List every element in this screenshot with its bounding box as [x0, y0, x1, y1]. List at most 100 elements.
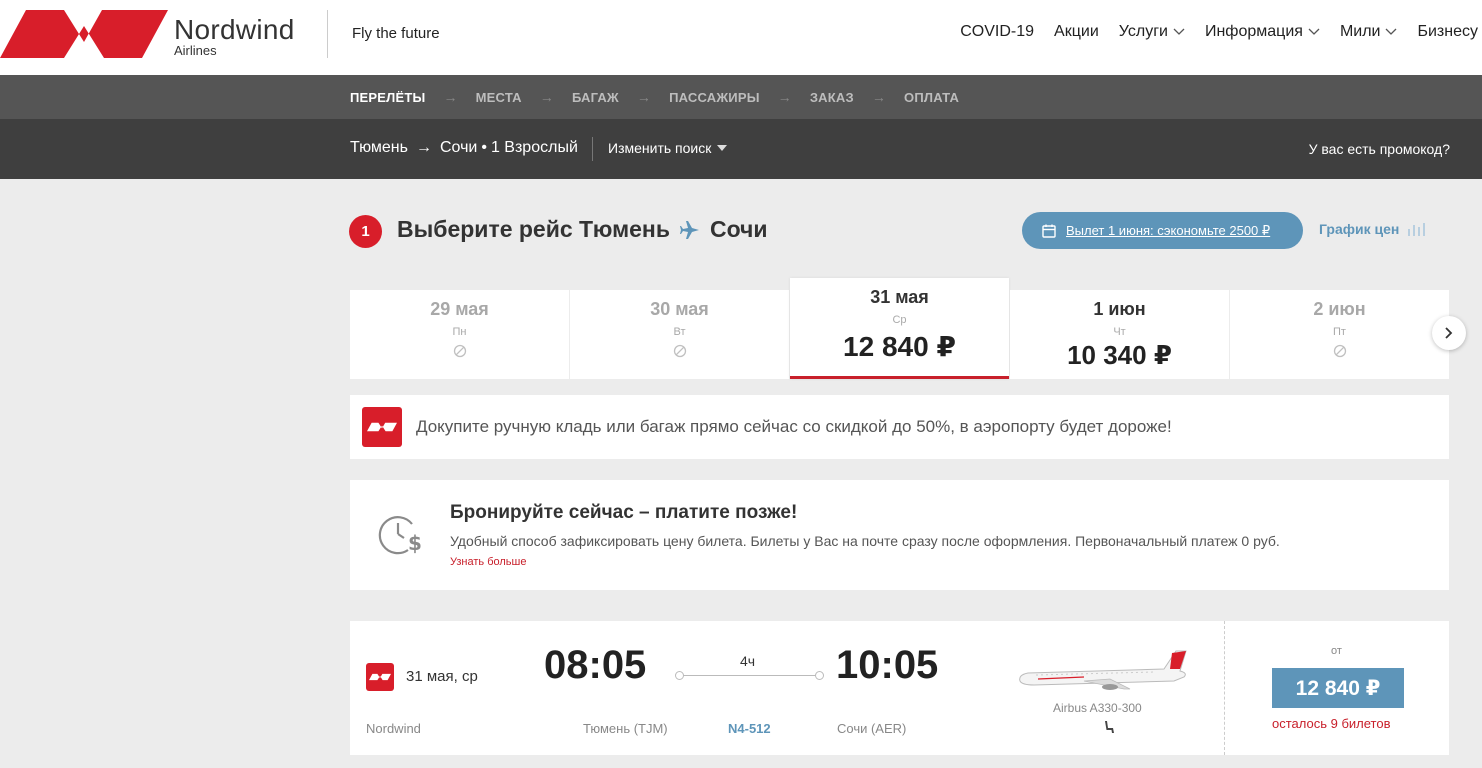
price-graph-label: График цен: [1319, 221, 1400, 237]
search-divider: [592, 137, 593, 161]
date-price: 12 840 ₽: [843, 331, 956, 362]
date-label: 30 мая: [650, 299, 709, 319]
flight-date: 31 мая, ср: [406, 668, 478, 685]
deal-label: Вылет 1 июня: сэкономьте 2500 ₽: [1066, 222, 1271, 238]
brand-subtitle: Airlines: [174, 43, 217, 58]
nav-item-label: Бизнесу: [1417, 23, 1478, 40]
arrow-right-icon: →: [871, 89, 887, 105]
date-tab[interactable]: 2 июн Пт: [1230, 290, 1449, 379]
weekday-label: Пн: [452, 326, 467, 338]
weekday-label: Пт: [1333, 326, 1346, 338]
airline-logo-icon: [366, 663, 394, 691]
next-dates-button[interactable]: [1432, 316, 1466, 350]
chevron-down-icon: [1386, 28, 1397, 35]
route-summary: Тюмень → Сочи • 1 Взрослый: [350, 139, 578, 157]
book-now-pay-later-card: $ Бронируйте сейчас – платите позже! Удо…: [350, 480, 1449, 590]
bar-chart-icon: [1408, 223, 1426, 236]
date-label: 29 мая: [430, 299, 489, 319]
clock-dollar-icon: $: [378, 516, 422, 555]
bullet-icon: •: [481, 139, 487, 156]
page-title: Выберите рейс Тюмень Сочи: [397, 216, 768, 243]
date-selector: 29 мая Пн 30 мая Вт 31 мая Ср 12 840 ₽ 1…: [350, 278, 1449, 379]
brand-name[interactable]: Nordwind: [174, 14, 295, 46]
arrow-right-icon: →: [539, 89, 554, 105]
arrow-right-icon: →: [443, 89, 458, 105]
arrival-airport: Сочи (AER): [837, 721, 907, 736]
cheaper-date-deal-button[interactable]: Вылет 1 июня: сэкономьте 2500 ₽: [1022, 212, 1303, 249]
date-label: 2 июн: [1313, 299, 1366, 319]
select-fare-button[interactable]: 12 840 ₽: [1272, 668, 1404, 708]
booking-steps-bar: ПЕРЕЛЁТЫ → МЕСТА → БАГАЖ → ПАССАЖИРЫ → З…: [0, 75, 1482, 119]
nav-item-miles[interactable]: Мили: [1340, 23, 1398, 41]
promo-code-link[interactable]: У вас есть промокод?: [1309, 141, 1450, 157]
learn-more-link[interactable]: Узнать больше: [450, 556, 526, 568]
arrow-right-icon: →: [636, 89, 652, 105]
step-seats: МЕСТА: [475, 89, 522, 105]
top-navigation: COVID-19 Акции Услуги Информация Мили Би…: [960, 23, 1478, 41]
airplane-icon: [679, 220, 699, 239]
tagline: Fly the future: [352, 25, 440, 42]
nav-item-label: Мили: [1339, 23, 1381, 40]
departure-time: 08:05: [544, 643, 647, 687]
card-divider: [1224, 621, 1225, 755]
origin-city: Тюмень: [350, 139, 408, 156]
chevron-down-icon: [1308, 28, 1320, 35]
caret-down-icon: [717, 145, 728, 151]
departure-airport: Тюмень (TJM): [583, 721, 668, 736]
weekday-label: Ср: [892, 314, 907, 326]
nav-item-information[interactable]: Информация: [1205, 23, 1320, 41]
date-tab[interactable]: 1 июн Чт 10 340 ₽: [1010, 290, 1229, 379]
step-payment: ОПЛАТА: [904, 89, 960, 105]
nav-item-business[interactable]: Бизнесу: [1417, 23, 1478, 41]
unavailable-icon: [673, 344, 686, 358]
nav-item-covid[interactable]: COVID-19: [960, 23, 1034, 41]
nav-item-label: Информация: [1204, 23, 1303, 40]
step-baggage: БАГАЖ: [571, 89, 619, 105]
nav-item-label: Услуги: [1118, 23, 1168, 40]
arrow-right-icon: →: [777, 89, 792, 105]
airline-name: Nordwind: [366, 721, 421, 736]
baggage-promo-banner: Докупите ручную кладь или багаж прямо се…: [350, 395, 1449, 459]
step-flights[interactable]: ПЕРЕЛЁТЫ: [350, 90, 425, 105]
seats-left-label: осталось 9 билетов: [1272, 716, 1391, 731]
step-order: ЗАКАЗ: [809, 89, 854, 105]
aircraft-image: [1019, 650, 1187, 690]
unavailable-icon: [453, 344, 466, 358]
route-line: [679, 675, 821, 676]
date-tab[interactable]: 29 мая Пн: [350, 290, 569, 379]
calendar-icon: [1042, 224, 1056, 238]
nav-item-services[interactable]: Услуги: [1119, 23, 1185, 41]
flight-card: 31 мая, ср Nordwind 08:05 4ч 10:05 Тюмен…: [350, 621, 1449, 755]
date-price: 10 340 ₽: [1067, 340, 1172, 370]
change-search-label: Изменить поиск: [608, 140, 712, 156]
unavailable-icon: [1333, 344, 1346, 358]
weekday-label: Чт: [1113, 326, 1126, 338]
nav-item-label: Акции: [1054, 23, 1099, 40]
chevron-down-icon: [1173, 28, 1185, 35]
weekday-label: Вт: [673, 326, 686, 338]
banner-text: Докупите ручную кладь или багаж прямо се…: [416, 417, 1172, 436]
seat-icon: [1105, 721, 1114, 733]
route-start-dot: [675, 671, 684, 680]
price-from-label: от: [1331, 645, 1342, 657]
step-passengers: ПАССАЖИРЫ: [669, 89, 760, 105]
change-search-button[interactable]: Изменить поиск: [608, 140, 728, 156]
flight-number-link[interactable]: N4-512: [728, 721, 771, 736]
svg-text:$: $: [408, 531, 422, 555]
search-summary-bar: Тюмень → Сочи • 1 Взрослый Изменить поис…: [0, 119, 1482, 179]
price-graph-link[interactable]: График цен: [1319, 221, 1427, 237]
header-divider: [327, 10, 328, 58]
date-tab[interactable]: 30 мая Вт: [570, 290, 789, 379]
date-tab-selected[interactable]: 31 мая Ср 12 840 ₽: [790, 278, 1009, 379]
nav-item-promotions[interactable]: Акции: [1054, 23, 1099, 41]
nordwind-logo-icon: [362, 407, 402, 447]
aircraft-type: Airbus A330-300: [1053, 701, 1142, 715]
bnpl-description: Удобный способ зафиксировать цену билета…: [450, 533, 1280, 549]
flight-duration: 4ч: [740, 653, 756, 669]
arrow-right-icon: →: [415, 139, 432, 156]
step-number-badge: 1: [349, 215, 382, 248]
nordwind-logo-icon[interactable]: [0, 10, 168, 58]
passenger-count: 1 Взрослый: [490, 139, 578, 156]
destination-city: Сочи: [439, 139, 478, 156]
title-prefix: Выберите рейс Тюмень: [397, 216, 670, 242]
